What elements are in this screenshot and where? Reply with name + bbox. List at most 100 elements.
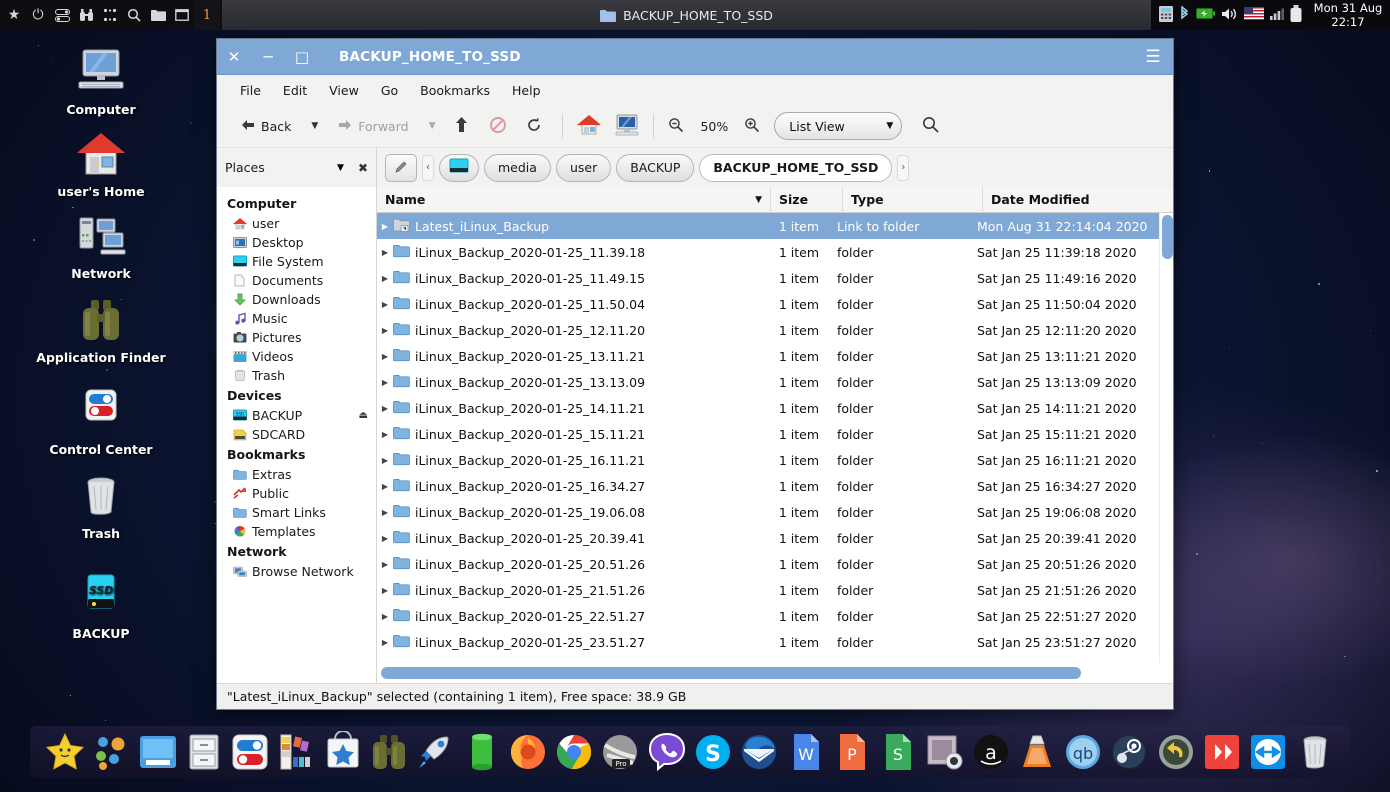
dock-item-chrome[interactable] — [553, 731, 595, 773]
expand-arrow-icon[interactable]: ▶ — [377, 534, 393, 543]
expand-arrow-icon[interactable]: ▶ — [377, 508, 393, 517]
places-close-icon[interactable]: ✖ — [358, 161, 368, 175]
table-row[interactable]: ▶ iLinux_Backup_2020-01-25_15.11.21 1 item… — [377, 421, 1159, 447]
dock-item-amazon[interactable]: a — [970, 731, 1012, 773]
forward-history-dropdown-icon[interactable]: ▼ — [417, 121, 448, 131]
sidebar-item-public[interactable]: Public — [217, 484, 376, 503]
window-titlebar[interactable]: ✕ ─ □ BACKUP_HOME_TO_SSD ☰ — [217, 39, 1173, 75]
star-icon[interactable]: ★ — [2, 0, 26, 30]
home-button[interactable] — [571, 110, 607, 143]
dock-item-rocket[interactable] — [414, 731, 456, 773]
pencil-icon[interactable] — [385, 153, 417, 182]
places-dropdown-icon[interactable]: ▼ — [337, 163, 344, 173]
sidebar-item-videos[interactable]: Videos — [217, 347, 376, 366]
up-button[interactable] — [449, 113, 474, 139]
vertical-scrollbar[interactable] — [1159, 213, 1173, 663]
expand-arrow-icon[interactable]: ▶ — [377, 430, 393, 439]
battery-icon[interactable] — [1196, 7, 1215, 23]
expand-arrow-icon[interactable]: ▶ — [377, 482, 393, 491]
back-history-dropdown-icon[interactable]: ▼ — [299, 121, 330, 131]
workspace-indicator[interactable]: 1 — [194, 0, 220, 30]
hamburger-menu-icon[interactable]: ☰ — [1133, 39, 1173, 75]
expand-arrow-icon[interactable]: ▶ — [377, 274, 393, 283]
dock-item-green-drum[interactable] — [461, 731, 503, 773]
table-row[interactable]: ▶ iLinux_Backup_2020-01-25_13.11.21 1 item… — [377, 343, 1159, 369]
sidebar-item-sdcard[interactable]: SDCARD — [217, 425, 376, 444]
expand-arrow-icon[interactable]: ▶ — [377, 612, 393, 621]
volume-icon[interactable] — [1221, 7, 1238, 24]
folder-icon[interactable] — [146, 0, 170, 30]
sidebar-item-smart-links[interactable]: Smart Links — [217, 503, 376, 522]
calculator-icon[interactable] — [1159, 5, 1173, 25]
table-row[interactable]: ▶ iLinux_Backup_2020-01-25_23.51.27 1 item… — [377, 629, 1159, 655]
dock-item-star-launcher[interactable] — [44, 731, 86, 773]
sidebar-item-desktop[interactable]: Desktop — [217, 233, 376, 252]
window-icon[interactable] — [170, 0, 194, 30]
dock-item-anydesk[interactable] — [1201, 731, 1243, 773]
breadcrumb-item-user[interactable]: user — [555, 153, 612, 182]
usb-drive-icon[interactable] — [1290, 5, 1302, 25]
dock-item-app-store[interactable] — [322, 730, 364, 773]
expand-arrow-icon[interactable]: ▶ — [377, 638, 393, 647]
clock[interactable]: Mon 31 Aug 22:17 — [1310, 0, 1390, 30]
search-icon[interactable] — [122, 0, 146, 30]
horizontal-scrollbar[interactable] — [377, 663, 1173, 683]
menu-bookmarks[interactable]: Bookmarks — [409, 80, 501, 101]
sidebar-item-downloads[interactable]: Downloads — [217, 290, 376, 309]
column-header-name[interactable]: Name ▼ — [377, 186, 771, 213]
stop-button[interactable] — [476, 113, 512, 140]
dock-item-skype[interactable]: S — [692, 731, 734, 773]
expand-arrow-icon[interactable]: ▶ — [377, 352, 393, 361]
sidebar-item-backup[interactable]: SSD BACKUP ⏏ — [217, 406, 376, 425]
table-row[interactable]: ▶ iLinux_Backup_2020-01-25_19.06.08 1 item… — [377, 499, 1159, 525]
binoculars-icon[interactable] — [74, 0, 98, 30]
expand-arrow-icon[interactable]: ▶ — [377, 560, 393, 569]
dock-item-viber[interactable] — [646, 731, 688, 773]
column-header-size[interactable]: Size — [771, 186, 843, 213]
breadcrumb-item-filesystem[interactable] — [439, 153, 479, 182]
dock-item-file-cabinet[interactable] — [183, 731, 225, 773]
menu-file[interactable]: File — [229, 80, 272, 101]
expand-arrow-icon[interactable]: ▶ — [377, 378, 393, 387]
table-row[interactable]: ▶ iLinux_Backup_2020-01-25_11.49.15 1 item… — [377, 265, 1159, 291]
sidebar-item-trash[interactable]: Trash — [217, 366, 376, 385]
menu-help[interactable]: Help — [501, 80, 552, 101]
horizontal-scrollbar-thumb[interactable] — [381, 667, 1081, 679]
sidebar-item-extras[interactable]: Extras — [217, 465, 376, 484]
dock-item-dots-app[interactable] — [90, 731, 132, 773]
column-header-date[interactable]: Date Modified — [983, 187, 1173, 213]
search-button[interactable] — [916, 112, 945, 140]
breadcrumb-item-current[interactable]: BACKUP_HOME_TO_SSD — [699, 153, 893, 182]
view-mode-select[interactable]: List View ▼ — [774, 112, 903, 140]
menu-edit[interactable]: Edit — [272, 80, 318, 101]
table-row[interactable]: ▶ iLinux_Backup_2020-01-25_13.13.09 1 item… — [377, 369, 1159, 395]
dock-item-powerpoint[interactable]: P — [831, 731, 873, 773]
vertical-scrollbar-thumb[interactable] — [1162, 215, 1173, 259]
reload-button[interactable] — [514, 113, 548, 140]
zoom-in-button[interactable] — [738, 113, 766, 140]
dock-item-sheets[interactable]: S — [877, 731, 919, 773]
expand-arrow-icon[interactable]: ▶ — [377, 586, 393, 595]
eject-icon[interactable]: ⏏ — [359, 410, 368, 421]
table-row[interactable]: ▶ iLinux_Backup_2020-01-25_16.34.27 1 item… — [377, 473, 1159, 499]
table-row[interactable]: ▶ iLinux_Backup_2020-01-25_21.51.26 1 item… — [377, 577, 1159, 603]
dock-item-window-manager[interactable] — [137, 731, 179, 773]
sidebar-item-documents[interactable]: Documents — [217, 271, 376, 290]
table-row[interactable]: ▶ Latest_iLinux_Backup 1 item Link to folde… — [377, 213, 1159, 239]
breadcrumb-next-icon[interactable]: › — [897, 154, 910, 181]
breadcrumb-item-backup[interactable]: BACKUP — [616, 153, 695, 182]
dock-item-trash[interactable] — [1294, 731, 1336, 773]
sidebar-item-user[interactable]: user — [217, 214, 376, 233]
dock-item-binoculars[interactable] — [368, 731, 410, 773]
sidebar-item-browse-network[interactable]: Browse Network — [217, 562, 376, 581]
desktop-icon-backup-drive[interactable]: SSD BACKUP — [36, 572, 166, 641]
bluetooth-icon[interactable] — [1179, 4, 1190, 25]
menu-go[interactable]: Go — [370, 80, 409, 101]
sidebar-item-templates[interactable]: Templates — [217, 522, 376, 541]
dock-item-color-palette[interactable] — [275, 731, 317, 773]
desktop-icon-users-home[interactable]: user's Home — [36, 130, 166, 199]
dock-item-firefox[interactable] — [507, 731, 549, 773]
dock-item-control-center[interactable] — [229, 731, 271, 773]
table-row[interactable]: ▶ iLinux_Backup_2020-01-25_20.39.41 1 item… — [377, 525, 1159, 551]
task-button-backup-home-to-ssd[interactable]: BACKUP_HOME_TO_SSD — [600, 8, 773, 23]
